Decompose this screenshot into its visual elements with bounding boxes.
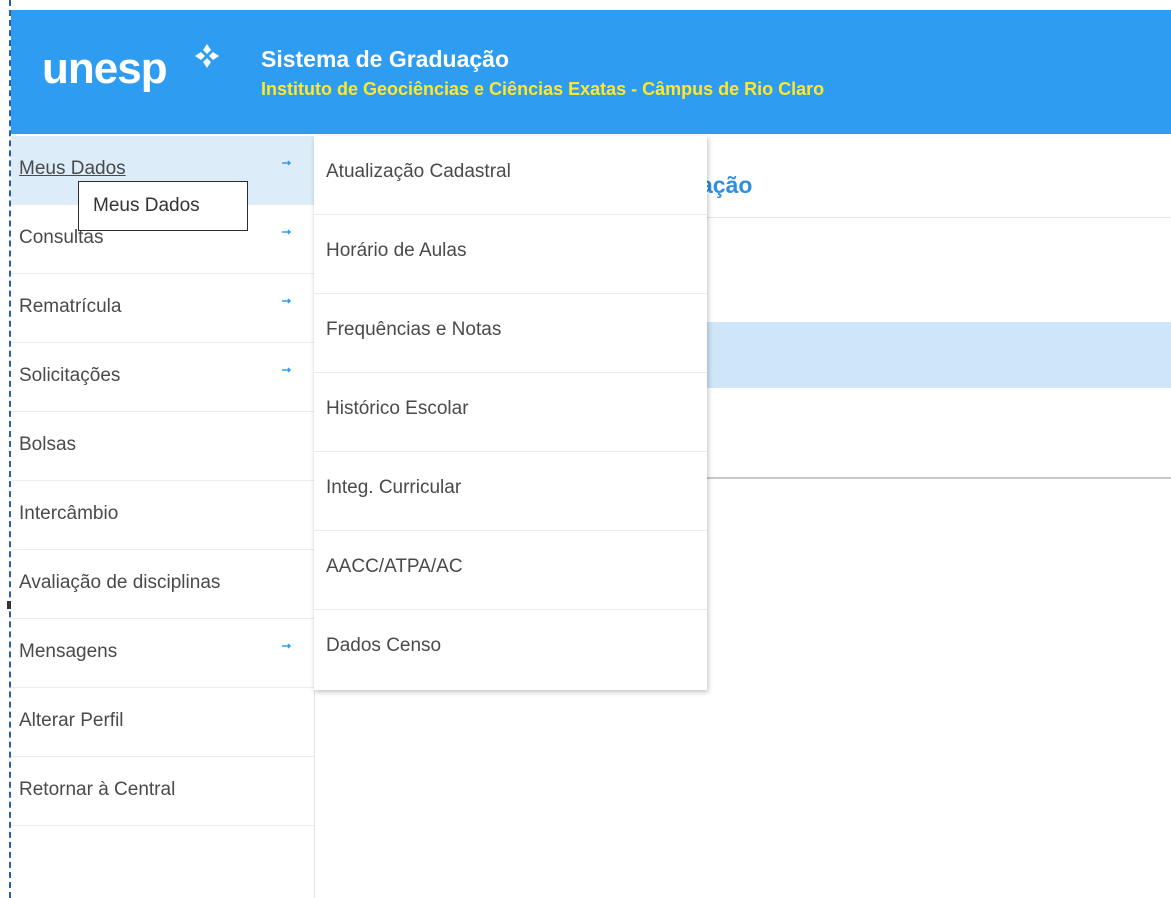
- sidebar-item-label: Alterar Perfil: [19, 710, 124, 731]
- unesp-flower-icon: [195, 44, 219, 68]
- submenu-item-historico-escolar[interactable]: Histórico Escolar: [314, 373, 707, 452]
- sidebar-item-label: Intercâmbio: [19, 503, 119, 524]
- submenu-item-dados-censo[interactable]: Dados Censo: [314, 610, 707, 689]
- app-header: unesp Sistema de Graduação Instituto de …: [11, 10, 1171, 134]
- submenu-item-label: AACC/ATPA/AC: [326, 556, 463, 577]
- sidebar-item-label: Mensagens: [19, 641, 118, 662]
- submenu-item-horario-de-aulas[interactable]: Horário de Aulas: [314, 215, 707, 294]
- system-title: Sistema de Graduação: [261, 46, 509, 72]
- page-title: ação: [700, 172, 753, 198]
- submenu-item-label: Frequências e Notas: [326, 319, 502, 340]
- submenu-item-label: Integ. Curricular: [326, 477, 462, 498]
- logo-text: unesp: [42, 44, 168, 93]
- divider: [700, 217, 1171, 218]
- sidebar-item-label: Solicitações: [19, 365, 121, 386]
- highlighted-row[interactable]: [700, 322, 1171, 388]
- arrow-right-icon: [282, 367, 292, 373]
- sidebar-item-label: Avaliação de disciplinas: [19, 572, 221, 593]
- sidebar-item-alterar-perfil[interactable]: Alterar Perfil: [11, 688, 314, 757]
- submenu-item-aacc-atpa-ac[interactable]: AACC/ATPA/AC: [314, 531, 707, 610]
- sidebar-item-rematricula[interactable]: Rematrícula: [11, 274, 314, 343]
- submenu-item-label: Histórico Escolar: [326, 398, 469, 419]
- sidebar-item-mensagens[interactable]: Mensagens: [11, 619, 314, 688]
- sidebar-item-bolsas[interactable]: Bolsas: [11, 412, 314, 481]
- submenu-item-label: Horário de Aulas: [326, 240, 467, 261]
- submenu-item-frequencias-e-notas[interactable]: Frequências e Notas: [314, 294, 707, 373]
- sidebar-item-intercambio[interactable]: Intercâmbio: [11, 481, 314, 550]
- sidebar-item-retornar-a-central[interactable]: Retornar à Central: [11, 757, 314, 826]
- submenu-item-label: Dados Censo: [326, 635, 442, 656]
- tooltip: Meus Dados: [78, 181, 248, 231]
- arrow-right-icon: [282, 229, 292, 235]
- meus-dados-submenu: Atualização Cadastral Horário de Aulas F…: [314, 136, 707, 690]
- sidebar-item-label: Rematrícula: [19, 296, 122, 317]
- submenu-item-integ-curricular[interactable]: Integ. Curricular: [314, 452, 707, 531]
- sidebar-item-label: Meus Dados: [19, 158, 126, 179]
- arrow-right-icon: [282, 298, 292, 304]
- arrow-right-icon: [282, 643, 292, 649]
- divider: [700, 477, 1171, 479]
- institute-subtitle: Instituto de Geociências e Ciências Exat…: [261, 79, 825, 99]
- sidebar-item-label: Bolsas: [19, 434, 77, 455]
- submenu-item-label: Atualização Cadastral: [326, 161, 511, 182]
- sidebar-item-solicitacoes[interactable]: Solicitações: [11, 343, 314, 412]
- sidebar-menu: Meus Dados Consultas Rematrícula Solicit…: [11, 136, 315, 898]
- submenu-item-atualizacao-cadastral[interactable]: Atualização Cadastral: [314, 136, 707, 215]
- sidebar-item-label: Retornar à Central: [19, 779, 176, 800]
- arrow-right-icon: [282, 160, 292, 166]
- sidebar-item-avaliacao-de-disciplinas[interactable]: Avaliação de disciplinas: [11, 550, 314, 619]
